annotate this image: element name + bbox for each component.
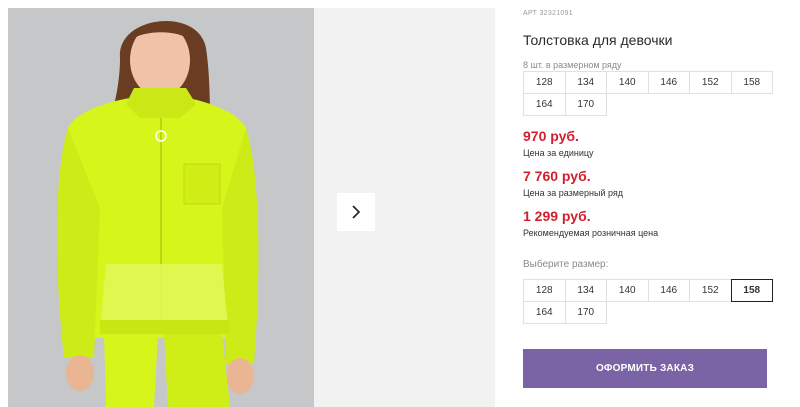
size-range-cell: 128: [523, 71, 566, 94]
size-option-146[interactable]: 146: [647, 279, 690, 302]
size-selector: 128 134 140 146 152 158 164 170: [523, 279, 773, 324]
size-range-cell: 164: [523, 93, 566, 116]
size-option-134[interactable]: 134: [564, 279, 607, 302]
size-range-cell: 146: [647, 71, 690, 94]
size-option-128[interactable]: 128: [523, 279, 566, 302]
article-number: АРТ 32321091: [523, 10, 573, 17]
size-option-158[interactable]: 158: [730, 279, 773, 302]
pack-size-note: 8 шт. в размерном ряду: [523, 60, 622, 70]
article-label: АРТ: [523, 10, 538, 17]
range-price-label: Цена за размерный ряд: [523, 188, 624, 198]
product-info: АРТ 32321091 Толстовка для девочки 8 шт.…: [523, 0, 773, 407]
product-photo[interactable]: [8, 8, 314, 407]
size-range-cell: 134: [564, 71, 607, 94]
product-gallery: [8, 8, 495, 407]
size-range-cell: 140: [606, 71, 649, 94]
size-option-152[interactable]: 152: [689, 279, 732, 302]
product-title: Толстовка для девочки: [523, 32, 673, 48]
unit-price-label: Цена за единицу: [523, 148, 594, 158]
range-price: 7 760 руб.: [523, 168, 591, 184]
size-range-cell: 158: [730, 71, 773, 94]
size-option-140[interactable]: 140: [606, 279, 649, 302]
size-range-cell: 152: [689, 71, 732, 94]
retail-price-label: Рекомендуемая розничная цена: [523, 228, 659, 238]
size-option-170[interactable]: 170: [564, 301, 607, 324]
next-image-button[interactable]: [337, 193, 375, 231]
size-range-cell: 170: [564, 93, 607, 116]
order-button[interactable]: ОФОРМИТЬ ЗАКАЗ: [523, 349, 767, 388]
unit-price: 970 руб.: [523, 128, 579, 144]
size-option-164[interactable]: 164: [523, 301, 566, 324]
chevron-right-icon: [352, 205, 361, 219]
article-value: 32321091: [539, 10, 573, 17]
retail-price: 1 299 руб.: [523, 208, 591, 224]
size-range-grid: 128 134 140 146 152 158 164 170: [523, 71, 773, 116]
choose-size-label: Выберите размер:: [523, 259, 609, 270]
